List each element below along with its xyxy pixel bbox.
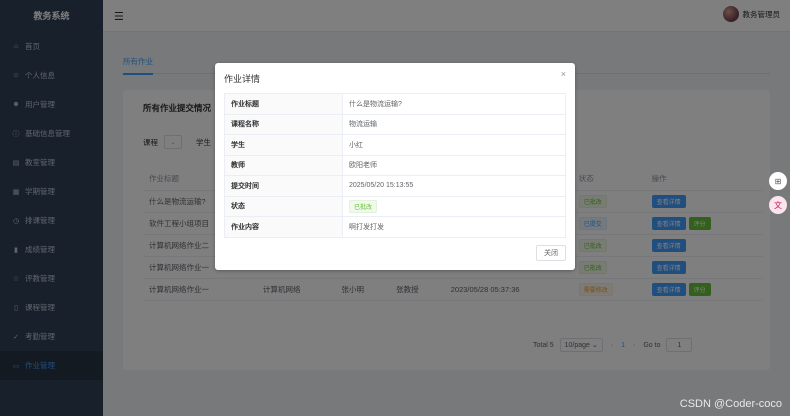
detail-value: 2025/05/20 15:13:55 [342, 175, 566, 197]
detail-value: 欧阳老师 [342, 154, 566, 176]
detail-row: 作业标题 什么是物流运输? [224, 93, 566, 115]
watermark: CSDN @Coder-coco [679, 398, 782, 410]
detail-key: 状态 [224, 195, 343, 217]
detail-table: 作业标题 什么是物流运输? 课程名称 物流运输 学生 小红 教师 欧阳老师 提交时间 2025/0… [224, 93, 566, 238]
detail-row: 课程名称 物流运输 [224, 113, 566, 135]
detail-key: 作业标题 [224, 93, 343, 115]
detail-row: 提交时间 2025/05/20 15:13:55 [224, 175, 566, 197]
detail-key: 教师 [224, 154, 343, 176]
detail-value: 已批改 [342, 195, 566, 217]
detail-row: 作业内容 啊打发打发 [224, 216, 566, 238]
detail-key: 作业内容 [224, 216, 343, 238]
dialog-title: 作业详情 [224, 74, 261, 84]
detail-row: 状态 已批改 [224, 195, 566, 217]
status-badge: 已批改 [349, 199, 378, 213]
detail-key: 学生 [224, 134, 343, 156]
detail-key: 提交时间 [224, 175, 343, 197]
detail-row: 教师 欧阳老师 [224, 154, 566, 176]
close-icon[interactable]: × [561, 69, 566, 79]
detail-row: 学生 小红 [224, 134, 566, 156]
close-button[interactable]: 关闭 [536, 245, 566, 261]
detail-value: 什么是物流运输? [342, 93, 566, 115]
detail-value: 小红 [342, 134, 566, 156]
detail-value: 物流运输 [342, 113, 566, 135]
detail-value: 啊打发打发 [342, 216, 566, 238]
grid-tool-icon[interactable]: ⊞ [769, 172, 787, 190]
translate-tool-icon[interactable]: 文 [769, 196, 787, 214]
detail-key: 课程名称 [224, 113, 343, 135]
homework-detail-dialog: 作业详情 × 作业标题 什么是物流运输? 课程名称 物流运输 学生 小红 教师 欧阳老师 提交时… [215, 63, 575, 270]
